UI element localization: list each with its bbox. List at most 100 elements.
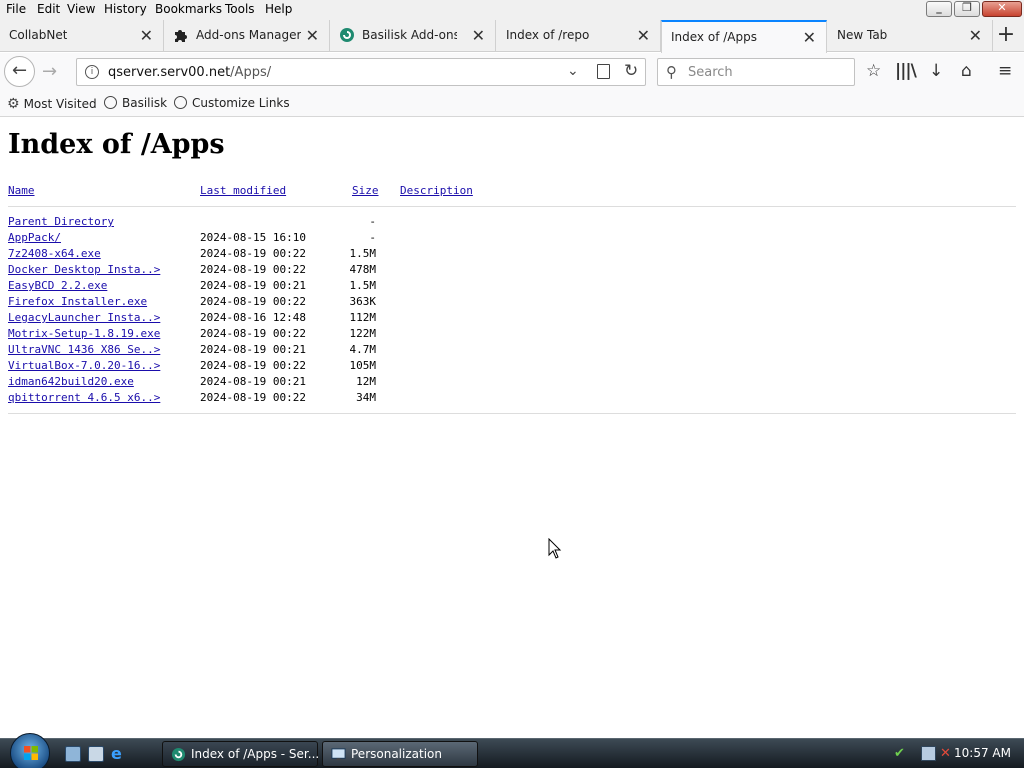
navigation-toolbar: ← → i qserver.serv00.net/Apps/ ⌄ ↻ ⚲ ☆ |… [0,53,1024,92]
back-button[interactable]: ← [4,56,35,87]
file-date: 2024-08-19 00:22 [200,327,306,340]
file-row: UltraVNC 1436 X86 Se..> 2024-08-19 00:21 4… [8,343,408,359]
tab-close-icon[interactable]: ✕ [140,26,153,45]
url-text[interactable]: qserver.serv00.net/Apps/ [108,65,271,80]
reload-icon[interactable]: ↻ [624,61,638,81]
file-size: 34M [356,391,376,404]
menu-file[interactable]: File [6,2,26,16]
download-icon[interactable]: ↓ [929,61,943,81]
column-header-name[interactable]: Name [8,184,35,197]
file-date: 2024-08-19 00:22 [200,263,306,276]
file-link[interactable]: 7z2408-x64.exe [8,247,101,260]
volume-muted-icon[interactable]: ✕ [940,746,955,761]
file-size: 12M [356,375,376,388]
tab-basilisk-addons[interactable]: Basilisk Add-ons - ✕ [331,20,496,52]
column-header-last-modified[interactable]: Last modified [200,184,286,197]
new-tab-button[interactable]: + [994,24,1018,48]
tab-collabnet[interactable]: CollabNet ✕ [0,20,164,52]
bookmark-label: Basilisk [122,96,168,110]
tab-close-icon[interactable]: ✕ [803,28,816,47]
file-row: 7z2408-x64.exe 2024-08-19 00:22 1.5M [8,247,408,263]
column-header-size[interactable]: Size [352,184,379,197]
file-row: Motrix-Setup-1.8.19.exe 2024-08-19 00:22 1… [8,327,408,343]
windows-logo-icon [24,746,38,760]
menu-history[interactable]: History [104,2,147,16]
puzzle-icon [175,30,187,42]
menu-help[interactable]: Help [265,2,292,16]
bookmark-most-visited[interactable]: ⚙ Most Visited [7,96,97,112]
tab-close-icon[interactable]: ✕ [637,26,650,45]
chevron-down-icon[interactable]: ⌄ [567,63,579,79]
file-link[interactable]: AppPack/ [8,231,61,244]
tab-addons-manager[interactable]: Add-ons Manager ✕ [165,20,330,52]
window-controls: _ ❐ ✕ [926,1,1022,19]
divider [8,413,1016,414]
taskbar-button-label: Personalization [351,747,442,761]
forward-button[interactable]: → [42,61,57,82]
menu-bookmarks[interactable]: Bookmarks [155,2,222,16]
file-link[interactable]: Motrix-Setup-1.8.19.exe [8,327,160,340]
file-row: AppPack/2024-08-15 16:10 - [8,231,408,247]
file-link[interactable]: VirtualBox-7.0.20-16..> [8,359,160,372]
tab-label: Index of /repo [506,28,590,42]
file-row: Docker Desktop Insta..> 2024-08-19 00:22 4… [8,263,408,279]
close-window-button[interactable]: ✕ [982,1,1022,17]
system-clock[interactable]: 10:57 AM [954,746,1011,760]
menu-edit[interactable]: Edit [37,2,60,16]
file-date: 2024-08-19 00:22 [200,359,306,372]
reader-view-icon[interactable] [597,64,610,79]
tab-close-icon[interactable]: ✕ [306,26,319,45]
file-size: 105M [349,359,377,372]
internet-explorer-icon[interactable]: e [111,746,127,762]
file-link[interactable]: qbittorrent 4.6.5 x6..> [8,391,160,404]
menu-view[interactable]: View [67,2,95,16]
taskbar-button-personalization[interactable]: Personalization [322,741,478,767]
tab-new-tab[interactable]: New Tab ✕ [828,20,993,52]
taskbar-button-browser[interactable]: Index of /Apps - Ser... [162,741,319,767]
file-date: 2024-08-15 16:10 [200,231,306,244]
search-input[interactable] [688,60,848,84]
column-header-description[interactable]: Description [400,184,473,197]
tab-index-repo[interactable]: Index of /repo ✕ [497,20,661,52]
file-link[interactable]: UltraVNC 1436 X86 Se..> [8,343,160,356]
parent-directory-link[interactable]: Parent Directory [8,215,114,228]
restore-button[interactable]: ❐ [954,1,980,17]
tab-close-icon[interactable]: ✕ [472,26,485,45]
tab-label: Basilisk Add-ons - [362,28,457,42]
network-status-icon[interactable]: ✔ [894,746,909,761]
file-link[interactable]: Docker Desktop Insta..> [8,263,160,276]
search-icon: ⚲ [666,63,677,81]
tab-label: CollabNet [9,28,68,42]
bookmark-star-icon[interactable]: ☆ [866,61,881,81]
home-icon[interactable]: ⌂ [961,61,972,81]
tab-index-apps[interactable]: Index of /Apps ✕ [661,20,827,53]
parent-directory-row: Parent Directory - [8,215,408,231]
library-icon[interactable]: |||\ [895,61,917,81]
file-link[interactable]: EasyBCD 2.2.exe [8,279,107,292]
file-link[interactable]: Firefox Installer.exe [8,295,147,308]
monitor-icon [331,748,346,761]
bookmark-basilisk[interactable]: Basilisk [104,96,167,110]
network-icon[interactable] [921,746,936,761]
file-link[interactable]: LegacyLauncher Insta..> [8,311,160,324]
hamburger-menu-icon[interactable]: ≡ [998,61,1012,81]
start-button[interactable] [10,733,50,768]
menu-tools[interactable]: Tools [225,2,255,16]
minimize-button[interactable]: _ [926,1,952,17]
file-link[interactable]: idman642build20.exe [8,375,134,388]
arrow-left-icon: ← [11,60,28,81]
file-date: 2024-08-16 12:48 [200,311,306,324]
switch-windows-icon[interactable] [88,746,104,762]
file-row: idman642build20.exe 2024-08-19 00:21 12M [8,375,408,391]
mouse-cursor-icon [548,538,562,559]
info-icon[interactable]: i [85,65,99,79]
show-desktop-icon[interactable] [65,746,81,762]
bookmarks-toolbar: ⚙ Most Visited Basilisk Customize Links [0,92,1024,117]
tab-label: Index of /Apps [671,30,757,44]
basilisk-logo-icon [171,747,186,762]
tab-close-icon[interactable]: ✕ [969,26,982,45]
bookmark-customize-links[interactable]: Customize Links [174,96,290,110]
file-row: VirtualBox-7.0.20-16..> 2024-08-19 00:22 1… [8,359,408,375]
url-bar[interactable]: i qserver.serv00.net/Apps/ ⌄ ↻ [76,58,646,86]
file-row: qbittorrent 4.6.5 x6..> 2024-08-19 00:22 3… [8,391,408,407]
